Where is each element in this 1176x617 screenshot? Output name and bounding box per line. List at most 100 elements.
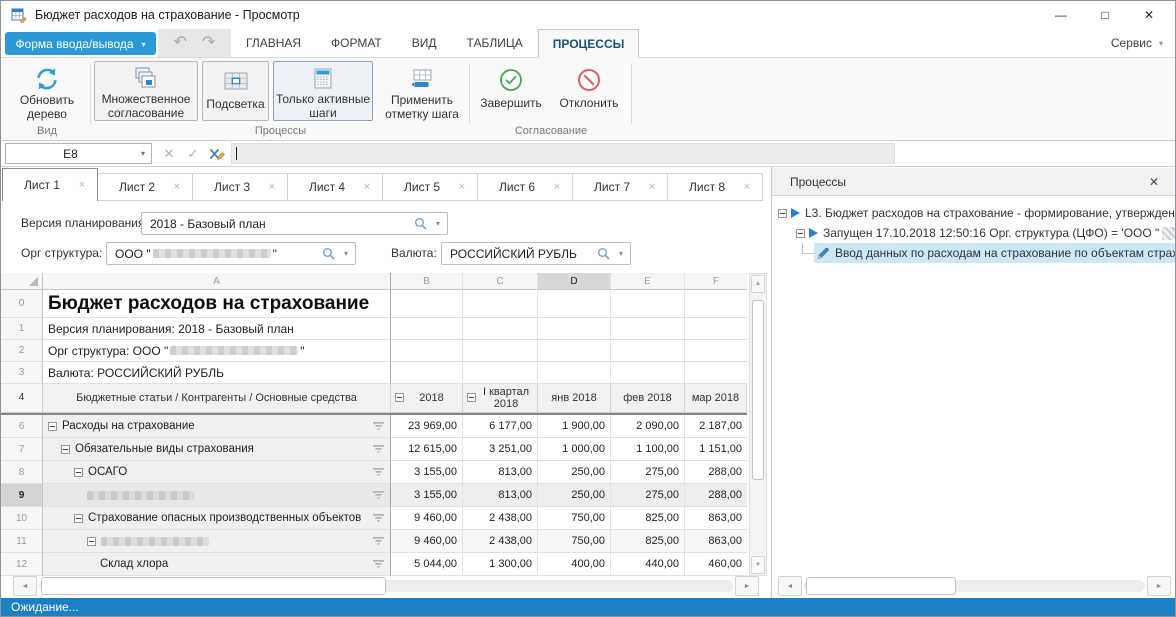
row-number[interactable]: 8 xyxy=(1,461,43,484)
period-header-feb[interactable]: фев 2018 xyxy=(611,384,685,413)
cell-value[interactable]: 750,00 xyxy=(538,530,611,553)
form-io-menu-button[interactable]: Форма ввода/вывода ▾ xyxy=(5,32,156,55)
info-cell[interactable]: Орг структура: ООО "" xyxy=(43,340,391,362)
cell-value[interactable]: 275,00 xyxy=(611,461,685,484)
collapse-icon[interactable] xyxy=(467,393,476,402)
empty-cell[interactable] xyxy=(685,362,747,384)
budget-item-cell[interactable]: ОСАГО xyxy=(43,461,391,484)
budget-item-cell[interactable]: Склад хлора xyxy=(43,553,391,576)
sheet-tab-list6[interactable]: Лист 6 × xyxy=(477,173,573,201)
scrollbar-thumb[interactable] xyxy=(41,577,386,595)
table-row[interactable]: 12 Склад хлора 5 044,00 1 300,00 400,00 … xyxy=(1,553,747,576)
empty-cell[interactable] xyxy=(611,362,685,384)
scroll-right-icon[interactable]: ► xyxy=(1147,576,1171,596)
empty-cell[interactable] xyxy=(391,362,463,384)
scrollbar-thumb[interactable] xyxy=(752,300,764,480)
cell-value[interactable]: 750,00 xyxy=(538,507,611,530)
filter-icon[interactable] xyxy=(373,513,384,523)
process-instance-item[interactable]: Запущен 17.10.2018 12:50:16 Орг. структу… xyxy=(772,223,1175,243)
version-combo[interactable]: 2018 - Базовый план ▾ xyxy=(141,212,448,235)
horizontal-scrollbar[interactable]: ◄ ► xyxy=(778,576,1171,596)
cell-value[interactable]: 1 100,00 xyxy=(611,438,685,461)
table-row[interactable]: 10 Страхование опасных производственных … xyxy=(1,507,747,530)
currency-combo[interactable]: РОССИЙСКИЙ РУБЛЬ ▾ xyxy=(441,242,631,265)
redo-icon[interactable]: ↷ xyxy=(202,35,215,51)
close-icon[interactable]: × xyxy=(269,181,275,193)
row-number[interactable]: 12 xyxy=(1,553,43,576)
finish-button[interactable]: Завершить xyxy=(475,61,547,121)
period-header-jan[interactable]: янв 2018 xyxy=(538,384,611,413)
collapse-icon[interactable] xyxy=(74,514,83,523)
collapse-icon[interactable] xyxy=(74,468,83,477)
cell-value[interactable]: 9 460,00 xyxy=(391,530,463,553)
multi-approval-button[interactable]: Множественное согласование xyxy=(94,61,198,121)
insert-function-icon[interactable] xyxy=(207,144,227,164)
empty-cell[interactable] xyxy=(611,290,685,318)
close-icon[interactable]: × xyxy=(649,181,655,193)
close-icon[interactable]: × xyxy=(554,181,560,193)
filter-icon[interactable] xyxy=(373,467,384,477)
apply-step-mark-button[interactable]: Применить отметку шага xyxy=(377,61,467,121)
active-steps-only-button[interactable]: Только активные шаги xyxy=(273,61,373,121)
empty-cell[interactable] xyxy=(463,340,538,362)
sheet-tab-list1[interactable]: Лист 1 × xyxy=(2,168,98,201)
search-icon[interactable] xyxy=(322,247,335,260)
minimize-button[interactable]: — xyxy=(1039,1,1083,29)
empty-cell[interactable] xyxy=(611,340,685,362)
refresh-tree-button[interactable]: Обновить дерево xyxy=(7,61,87,121)
highlight-button[interactable]: Подсветка xyxy=(202,61,269,121)
table-row-selected[interactable]: 9 3 155,00 813,00 250,00 275,00 288,00 xyxy=(1,484,747,507)
horizontal-scrollbar[interactable]: ◄ ► xyxy=(13,576,759,596)
cell-value[interactable]: 813,00 xyxy=(463,461,538,484)
process-step-item-selected[interactable]: Ввод данных по расходам на страхование п… xyxy=(772,243,1175,263)
collapse-icon[interactable] xyxy=(87,537,96,546)
cell-value[interactable]: 12 615,00 xyxy=(391,438,463,461)
scroll-left-icon[interactable]: ◄ xyxy=(13,576,37,596)
cell-value[interactable]: 1 900,00 xyxy=(538,415,611,438)
cell-value[interactable]: 2 187,00 xyxy=(685,415,747,438)
tab-tablitsa[interactable]: ТАБЛИЦА xyxy=(452,29,538,57)
row-number[interactable]: 6 xyxy=(1,415,43,438)
chevron-down-icon[interactable]: ▾ xyxy=(337,249,355,258)
budget-item-cell[interactable] xyxy=(43,530,391,553)
empty-cell[interactable] xyxy=(391,340,463,362)
cell-value[interactable]: 3 251,00 xyxy=(463,438,538,461)
sheet-tab-list5[interactable]: Лист 5 × xyxy=(382,173,478,201)
cell-value[interactable]: 1 000,00 xyxy=(538,438,611,461)
filter-icon[interactable] xyxy=(373,559,384,569)
cell-value[interactable]: 288,00 xyxy=(685,484,747,507)
budget-item-cell[interactable] xyxy=(43,484,391,507)
maximize-button[interactable]: □ xyxy=(1083,1,1127,29)
sheet-tab-list4[interactable]: Лист 4 × xyxy=(287,173,383,201)
collapse-icon[interactable] xyxy=(61,445,70,454)
confirm-icon[interactable]: ✓ xyxy=(183,144,203,164)
table-row[interactable]: 7 Обязательные виды страхования 12 615,0… xyxy=(1,438,747,461)
cell-value[interactable]: 2 438,00 xyxy=(463,530,538,553)
filter-icon[interactable] xyxy=(373,421,384,431)
undo-icon[interactable]: ↶ xyxy=(174,35,187,51)
filter-icon[interactable] xyxy=(373,490,384,500)
column-header-c[interactable]: C xyxy=(463,273,538,290)
sheet-tab-list7[interactable]: Лист 7 × xyxy=(572,173,668,201)
close-icon[interactable]: × xyxy=(79,179,85,191)
collapse-icon[interactable] xyxy=(778,209,787,218)
sheet-title-cell[interactable]: Бюджет расходов на страхование xyxy=(43,290,391,318)
empty-cell[interactable] xyxy=(391,318,463,340)
cell-value[interactable]: 440,00 xyxy=(611,553,685,576)
collapse-icon[interactable] xyxy=(395,393,404,402)
cell-value[interactable]: 2 438,00 xyxy=(463,507,538,530)
sheet-tab-list8[interactable]: Лист 8 × xyxy=(667,173,763,201)
scrollbar-track[interactable] xyxy=(804,580,1145,592)
empty-cell[interactable] xyxy=(463,318,538,340)
empty-cell[interactable] xyxy=(463,290,538,318)
column-header-d-selected[interactable]: D xyxy=(538,273,611,290)
cell-value[interactable]: 5 044,00 xyxy=(391,553,463,576)
table-row[interactable]: 11 9 460,00 2 438,00 750,00 825,00 863,0… xyxy=(1,530,747,553)
column-header-f[interactable]: F xyxy=(685,273,747,290)
cell-value[interactable]: 288,00 xyxy=(685,461,747,484)
formula-input[interactable] xyxy=(231,143,895,164)
empty-cell[interactable] xyxy=(685,340,747,362)
dimension-header-cell[interactable]: Бюджетные статьи / Контрагенты / Основны… xyxy=(43,384,391,413)
collapse-icon[interactable] xyxy=(796,229,805,238)
cell-value[interactable]: 250,00 xyxy=(538,461,611,484)
